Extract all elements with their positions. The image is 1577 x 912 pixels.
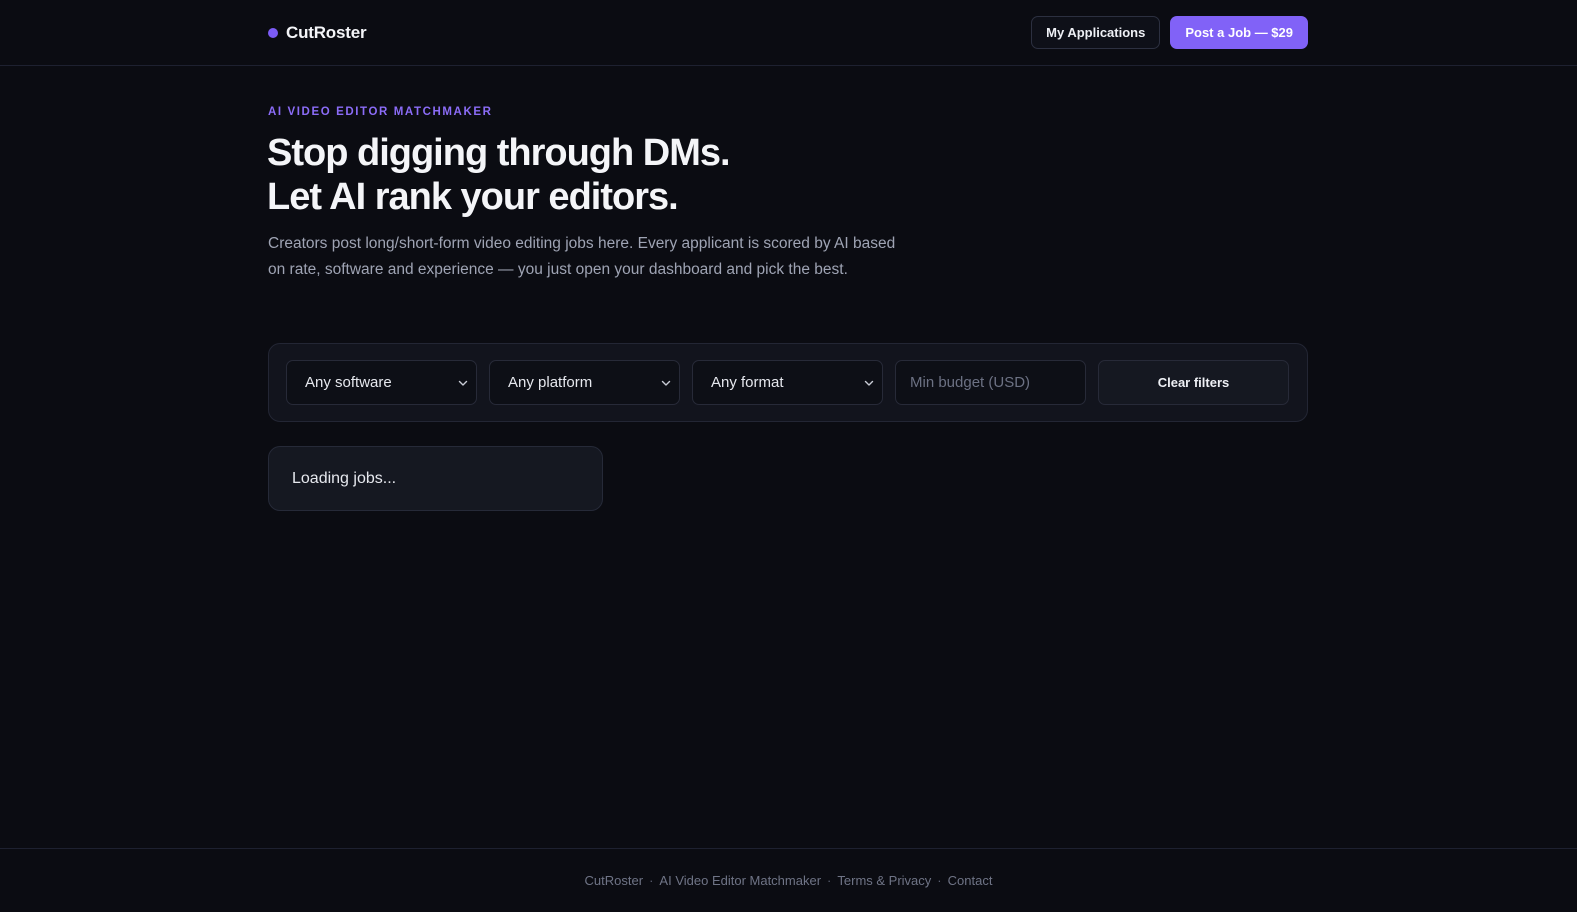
format-select-value: Any format xyxy=(711,374,784,391)
brand-logo[interactable]: CutRoster xyxy=(268,22,367,44)
software-select[interactable]: Any software xyxy=(286,360,477,405)
chevron-down-icon xyxy=(864,380,874,386)
brand-name: CutRoster xyxy=(286,23,367,42)
clear-filters-button[interactable]: Clear filters xyxy=(1098,360,1289,405)
jobs-loading-card: Loading jobs... xyxy=(268,446,603,511)
hero-description: Creators post long/short-form video edit… xyxy=(268,235,896,278)
nav-actions: My Applications Post a Job — $29 xyxy=(1031,16,1308,49)
terms-privacy-link[interactable]: Terms & Privacy xyxy=(837,873,931,888)
footer-separator: · xyxy=(827,873,832,888)
contact-link[interactable]: Contact xyxy=(948,873,993,888)
footer-separator: · xyxy=(649,873,654,888)
headline-line-1: Stop digging through DMs. xyxy=(267,132,731,174)
headline-line-2: Let AI rank your editors. xyxy=(267,176,679,218)
hero-headline: Stop digging through DMs. Let AI rank yo… xyxy=(267,131,967,219)
chevron-down-icon xyxy=(458,380,468,386)
platform-select-value: Any platform xyxy=(508,374,593,391)
hero-eyebrow: AI VIDEO EDITOR MATCHMAKER xyxy=(268,106,493,118)
page-footer: CutRoster · AI Video Editor Matchmaker ·… xyxy=(0,848,1577,912)
min-budget-input[interactable]: Min budget (USD) xyxy=(895,360,1086,405)
top-navigation-bar: CutRoster My Applications Post a Job — $… xyxy=(0,0,1577,66)
footer-tagline: AI Video Editor Matchmaker xyxy=(659,873,822,888)
min-budget-placeholder: Min budget (USD) xyxy=(910,374,1031,391)
loading-jobs-text: Loading jobs... xyxy=(292,469,397,487)
footer-separator: · xyxy=(937,873,942,888)
footer-brand: CutRoster xyxy=(584,873,644,888)
format-select[interactable]: Any format xyxy=(692,360,883,405)
filter-bar: Any software Any platform Any format Min… xyxy=(268,343,1308,422)
my-applications-button[interactable]: My Applications xyxy=(1031,16,1161,49)
post-job-button[interactable]: Post a Job — $29 xyxy=(1170,16,1308,49)
chevron-down-icon xyxy=(661,380,671,386)
software-select-value: Any software xyxy=(305,374,392,391)
platform-select[interactable]: Any platform xyxy=(489,360,680,405)
brand-dot-icon xyxy=(268,28,278,38)
